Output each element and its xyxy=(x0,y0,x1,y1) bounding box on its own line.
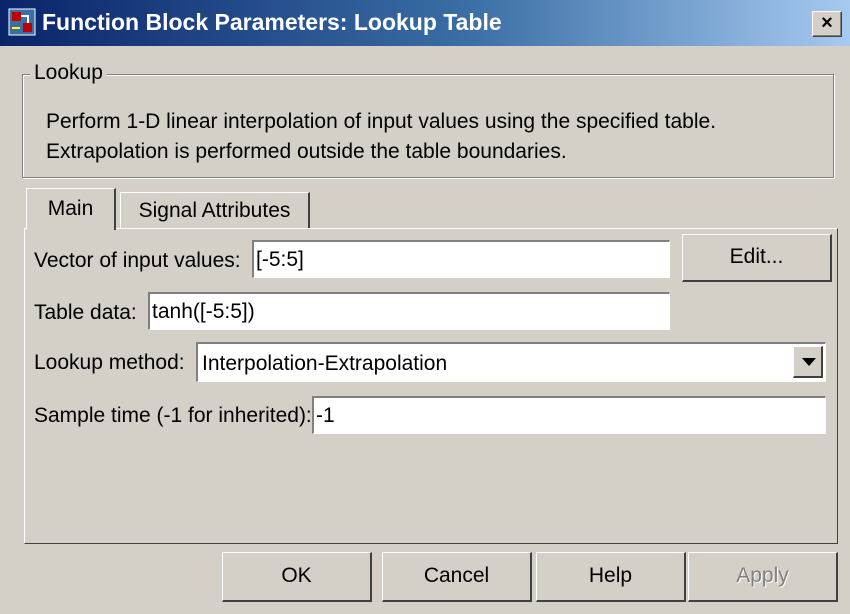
simulink-block-icon xyxy=(8,8,36,36)
sample-time-field[interactable] xyxy=(312,396,826,434)
description-line-1: Perform 1-D linear interpolation of inpu… xyxy=(46,110,717,133)
group-legend: Lookup xyxy=(30,61,107,85)
table-data-field[interactable] xyxy=(148,292,670,330)
input-values-label: Vector of input values: xyxy=(34,249,241,272)
close-button[interactable]: × xyxy=(812,11,842,37)
lookup-method-value: Interpolation-Extrapolation xyxy=(202,352,448,375)
ok-button[interactable]: OK xyxy=(222,552,372,602)
lookup-method-select[interactable]: Interpolation-Extrapolation xyxy=(196,342,826,382)
apply-button[interactable]: Apply xyxy=(688,552,838,602)
table-data-label: Table data: xyxy=(34,301,137,324)
tab-signal-attributes[interactable]: Signal Attributes xyxy=(120,192,310,228)
cancel-button[interactable]: Cancel xyxy=(382,552,532,602)
description-line-2: Extrapolation is performed outside the t… xyxy=(46,140,567,163)
help-button[interactable]: Help xyxy=(536,552,686,602)
title-bar[interactable]: Function Block Parameters: Lookup Table … xyxy=(0,0,850,46)
lookup-method-label: Lookup method: xyxy=(34,351,185,374)
tab-main[interactable]: Main xyxy=(26,188,116,230)
window-title: Function Block Parameters: Lookup Table xyxy=(42,9,502,35)
edit-button[interactable]: Edit... xyxy=(682,234,832,282)
sample-time-label: Sample time (-1 for inherited): xyxy=(34,404,312,427)
chevron-down-icon[interactable] xyxy=(793,346,823,378)
input-values-field[interactable] xyxy=(252,240,670,278)
